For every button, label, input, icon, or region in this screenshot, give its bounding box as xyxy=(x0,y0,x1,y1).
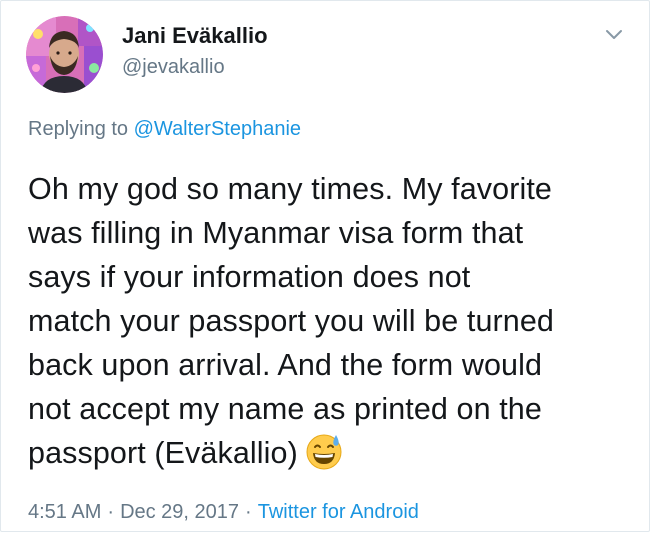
chevron-down-icon[interactable] xyxy=(601,25,627,43)
tweet-text-line: Oh my god so many times. My favorite xyxy=(28,172,552,206)
tweet-text-line: passport (Eväkallio) xyxy=(28,436,298,470)
tweet-source-link[interactable]: Twitter for Android xyxy=(258,501,419,523)
tweet-text-line: match your passport you will be turned xyxy=(28,304,554,338)
tweet-time[interactable]: 4:51 AM xyxy=(28,501,101,523)
tweet-date[interactable]: Dec 29, 2017 xyxy=(120,501,239,523)
tweet-text-last-line: passport (Eväkallio) xyxy=(28,431,638,475)
meta-separator: · xyxy=(107,501,115,523)
avatar-photo xyxy=(26,16,103,93)
tweet-card: Jani Eväkallio @jevakallio Replying to @… xyxy=(0,0,650,532)
tweet-text-line: not accept my name as printed on the xyxy=(28,392,542,426)
tweet-text-line: says if your information does not xyxy=(28,260,471,294)
tweet-text: Oh my god so many times. My favorite was… xyxy=(28,167,638,475)
tweet-meta: 4:51 AM · Dec 29, 2017 · Twitter for Android xyxy=(28,501,419,524)
meta-separator: · xyxy=(245,501,252,523)
author-handle[interactable]: @jevakallio xyxy=(122,56,225,79)
grinning-face-with-sweat-icon xyxy=(304,431,344,471)
tweet-text-line: back upon arrival. And the form would xyxy=(28,348,543,382)
replying-to-handle-link[interactable]: @WalterStephanie xyxy=(134,118,301,140)
replying-to-label: Replying to xyxy=(28,118,134,140)
avatar[interactable] xyxy=(26,16,103,93)
author-display-name[interactable]: Jani Eväkallio xyxy=(122,23,268,49)
tweet-text-line: was filling in Myanmar visa form that xyxy=(28,216,524,250)
replying-to: Replying to @WalterStephanie xyxy=(28,118,301,141)
